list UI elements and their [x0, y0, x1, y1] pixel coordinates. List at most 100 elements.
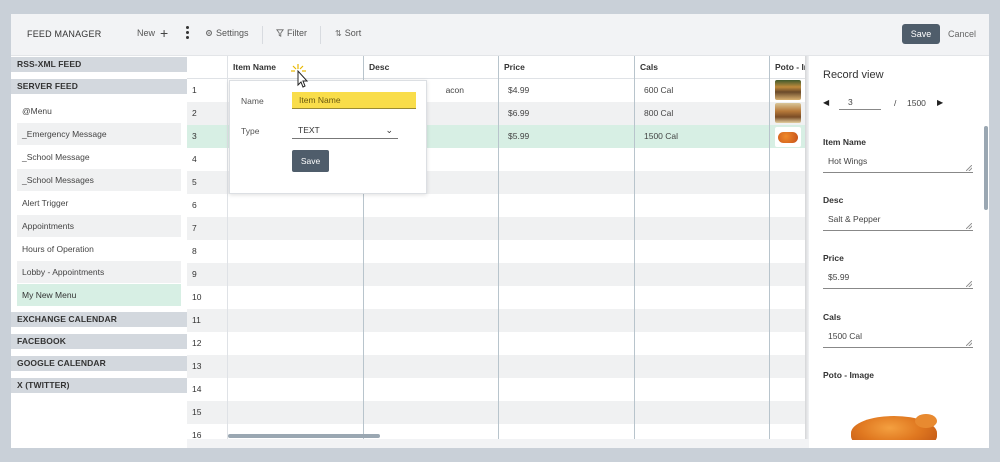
group-rss-xml-feed[interactable]: RSS-XML FEED — [11, 57, 187, 72]
cell-price[interactable]: $6.99 — [500, 102, 529, 125]
record-total: 1500 — [907, 98, 926, 108]
field-label-desc: Desc — [823, 195, 844, 205]
cell-cals[interactable]: 1500 Cal — [636, 125, 678, 148]
record-view-panel: Record view ◀ 3 / 1500 ▶ Item Name Hot W… — [809, 56, 989, 448]
group-server-feed[interactable]: SERVER FEED — [11, 79, 187, 94]
row-number-column — [187, 56, 228, 439]
field-value: $5.99 — [828, 272, 850, 282]
group-google-calendar[interactable]: GOOGLE CALENDAR — [11, 356, 187, 371]
new-label: New — [137, 28, 156, 38]
feed-item-emergency-message[interactable]: _Emergency Message — [17, 123, 181, 145]
plus-icon: + — [160, 24, 169, 41]
table-row[interactable]: 13 — [187, 355, 805, 378]
top-toolbar: FEED MANAGER New + Settings Filter ⇅ Sor… — [11, 14, 989, 56]
record-navigator: ◀ 3 / 1500 ▶ — [823, 94, 973, 114]
feed-sidebar: RSS-XML FEED SERVER FEED @Menu _Emergenc… — [11, 56, 187, 448]
table-row[interactable]: 12 — [187, 332, 805, 355]
feed-item-school-message[interactable]: _School Message — [17, 146, 181, 168]
table-row[interactable]: 8 — [187, 240, 805, 263]
field-label-item-name: Item Name — [823, 137, 866, 147]
resize-grip-icon[interactable] — [966, 340, 972, 346]
filter-label: Filter — [287, 28, 307, 38]
table-row[interactable]: 14 — [187, 378, 805, 401]
feed-item-menu[interactable]: @Menu — [17, 100, 181, 122]
toolbar-divider — [262, 26, 263, 44]
column-divider — [498, 79, 499, 439]
table-row[interactable]: 15 — [187, 401, 805, 424]
settings-button[interactable]: Settings — [205, 28, 249, 38]
settings-label: Settings — [216, 28, 249, 38]
record-separator: / — [894, 98, 897, 108]
group-facebook[interactable]: FACEBOOK — [11, 334, 187, 349]
table-row[interactable]: 6 — [187, 194, 805, 217]
grid-header: Item Name Desc Price Cals Poto - Image — [187, 56, 805, 79]
horizontal-scrollbar[interactable] — [228, 434, 380, 438]
column-edit-popup: Name Item Name Type TEXT ⌄ Save — [229, 80, 427, 194]
new-button[interactable]: New + — [137, 24, 169, 41]
cell-cals[interactable]: 600 Cal — [636, 79, 673, 102]
filter-button[interactable]: Filter — [276, 28, 307, 38]
group-exchange-calendar[interactable]: EXCHANGE CALENDAR — [11, 312, 187, 327]
sort-label: Sort — [344, 28, 362, 38]
record-view-scrollbar[interactable] — [984, 126, 988, 210]
cell-cals[interactable]: 800 Cal — [636, 102, 673, 125]
app-window: FEED MANAGER New + Settings Filter ⇅ Sor… — [11, 14, 989, 448]
feed-item-school-messages[interactable]: _School Messages — [17, 169, 181, 191]
field-value: Hot Wings — [828, 156, 868, 166]
field-desc[interactable]: Salt & Pepper — [823, 211, 973, 231]
record-image[interactable] — [845, 396, 955, 440]
current-record-input[interactable]: 3 — [839, 94, 881, 110]
server-feed-list: @Menu _Emergency Message _School Message… — [11, 94, 187, 311]
resize-grip-icon[interactable] — [966, 223, 972, 229]
column-header-desc[interactable]: Desc — [364, 56, 499, 79]
sort-icon: ⇅ — [335, 28, 342, 38]
previous-record-icon[interactable]: ◀ — [823, 98, 829, 107]
field-cals[interactable]: 1500 Cal — [823, 328, 973, 348]
column-type-select[interactable]: TEXT ⌄ — [292, 122, 398, 139]
table-row[interactable]: 9 — [187, 263, 805, 286]
cancel-button[interactable]: Cancel — [948, 29, 976, 39]
feed-item-lobby-appointments[interactable]: Lobby - Appointments — [17, 261, 181, 283]
cell-price[interactable]: $5.99 — [500, 125, 529, 148]
column-header-price[interactable]: Price — [499, 56, 635, 79]
column-divider — [634, 79, 635, 439]
column-header-image[interactable]: Poto - Image — [770, 56, 805, 79]
next-record-icon[interactable]: ▶ — [937, 98, 943, 107]
filter-icon — [276, 29, 284, 37]
resize-grip-icon[interactable] — [966, 281, 972, 287]
cell-price[interactable]: $4.99 — [500, 79, 529, 102]
feed-item-alert-trigger[interactable]: Alert Trigger — [17, 192, 181, 214]
more-options-icon[interactable] — [184, 26, 190, 42]
save-button[interactable]: Save — [902, 24, 940, 44]
column-header-cals[interactable]: Cals — [635, 56, 770, 79]
table-row[interactable]: 10 — [187, 286, 805, 309]
name-label: Name — [241, 96, 264, 106]
gear-icon — [206, 30, 212, 36]
feed-item-appointments[interactable]: Appointments — [17, 215, 181, 237]
sandwich-image[interactable] — [775, 103, 801, 123]
mouse-cursor-icon — [291, 64, 309, 88]
feed-item-hours-of-operation[interactable]: Hours of Operation — [17, 238, 181, 260]
sort-button[interactable]: ⇅ Sort — [335, 28, 361, 38]
field-item-name[interactable]: Hot Wings — [823, 153, 973, 173]
field-label-image: Poto - Image — [823, 370, 875, 380]
feed-item-my-new-menu[interactable]: My New Menu — [17, 284, 181, 306]
field-label-cals: Cals — [823, 312, 841, 322]
field-price[interactable]: $5.99 — [823, 269, 973, 289]
column-name-input[interactable]: Item Name — [292, 92, 416, 109]
corner-cell — [187, 56, 228, 79]
group-x-twitter[interactable]: X (TWITTER) — [11, 378, 187, 393]
wings-image[interactable] — [775, 127, 801, 147]
toolbar-divider — [320, 26, 321, 44]
field-label-price: Price — [823, 253, 844, 263]
type-label: Type — [241, 126, 260, 136]
table-row[interactable]: 11 — [187, 309, 805, 332]
chevron-down-icon: ⌄ — [385, 125, 393, 135]
popup-save-button[interactable]: Save — [292, 150, 329, 172]
app-title: FEED MANAGER — [27, 29, 102, 39]
record-view-title: Record view — [823, 69, 884, 81]
burger-image[interactable] — [775, 80, 801, 100]
column-divider — [769, 79, 770, 439]
resize-grip-icon[interactable] — [966, 165, 972, 171]
table-row[interactable]: 7 — [187, 217, 805, 240]
